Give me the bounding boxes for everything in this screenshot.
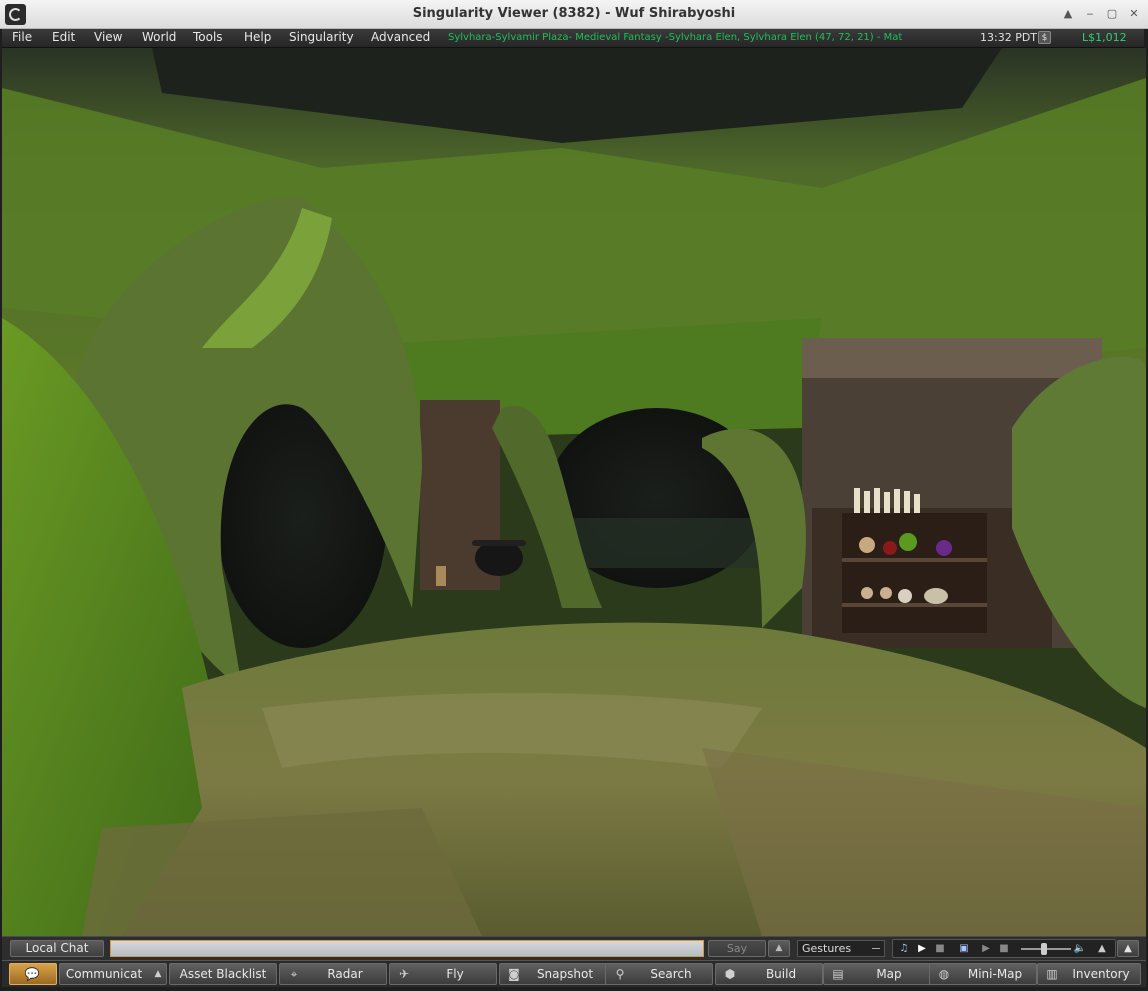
map-button[interactable]: ▤ Map bbox=[823, 963, 931, 985]
media-stop-icon[interactable]: ■ bbox=[997, 942, 1011, 955]
radar-icon: ⌖ bbox=[290, 967, 298, 981]
chat-bubble-icon: 💬 bbox=[24, 967, 40, 981]
map-label: Map bbox=[876, 967, 902, 981]
window-shade-button[interactable]: ▲ bbox=[1060, 6, 1076, 22]
gestures-dropdown[interactable]: Gestures bbox=[797, 940, 885, 957]
build-label: Build bbox=[765, 967, 797, 981]
fly-label: Fly bbox=[446, 967, 464, 981]
linden-balance[interactable]: L$1,012 bbox=[1082, 31, 1127, 44]
asset-blacklist-label: Asset Blacklist bbox=[179, 967, 267, 981]
snapshot-button[interactable]: ◙ Snapshot bbox=[499, 963, 607, 985]
scene-render bbox=[2, 48, 1146, 936]
inventory-label: Inventory bbox=[1072, 967, 1130, 981]
menu-bar: File Edit View World Tools Help Singular… bbox=[2, 29, 1144, 48]
buy-currency-icon[interactable]: $ bbox=[1038, 31, 1051, 44]
chatbar-collapse-button[interactable]: ▲ bbox=[1117, 940, 1139, 957]
minimap-label: Mini-Map bbox=[967, 967, 1023, 981]
menu-world[interactable]: World bbox=[142, 30, 176, 44]
globe-icon: ◍ bbox=[938, 967, 950, 981]
fly-icon: ✈ bbox=[398, 967, 410, 981]
music-icon[interactable]: ♫ bbox=[897, 942, 911, 955]
menu-view[interactable]: View bbox=[94, 30, 122, 44]
chat-input[interactable] bbox=[110, 940, 704, 957]
chat-bar: Local Chat Say ▲ Gestures ♫ ▶ ■ ▣ ▶ ■ 🔈 … bbox=[2, 936, 1146, 960]
menu-advanced[interactable]: Advanced bbox=[371, 30, 430, 44]
fly-button[interactable]: ✈ Fly bbox=[389, 963, 497, 985]
local-chat-button[interactable]: Local Chat bbox=[10, 940, 104, 957]
volume-slider-handle[interactable] bbox=[1040, 943, 1047, 955]
volume-icon[interactable]: 🔈 bbox=[1073, 942, 1087, 955]
clock: 13:32 PDT bbox=[980, 31, 1038, 44]
search-button[interactable]: ⚲ Search bbox=[605, 963, 713, 985]
bottom-toolbar: 💬 Communicat ▲ Asset Blacklist ⌖ Radar ✈… bbox=[2, 960, 1146, 987]
window-controls: ▲ ‒ ▢ ✕ bbox=[1060, 6, 1142, 22]
communicate-label: Communicat bbox=[65, 967, 143, 981]
map-icon: ▤ bbox=[832, 967, 844, 981]
camera-icon: ◙ bbox=[508, 967, 520, 981]
search-icon: ⚲ bbox=[615, 967, 625, 981]
media-play-icon[interactable]: ▶ bbox=[979, 942, 993, 955]
build-cube-icon: ⬢ bbox=[724, 967, 736, 981]
menu-tools[interactable]: Tools bbox=[193, 30, 223, 44]
chat-toggle-button[interactable]: 💬 bbox=[9, 963, 57, 985]
build-button[interactable]: ⬢ Build bbox=[715, 963, 823, 985]
radar-label: Radar bbox=[327, 967, 363, 981]
window-close-button[interactable]: ✕ bbox=[1126, 6, 1142, 22]
window-titlebar: Singularity Viewer (8382) - Wuf Shirabyo… bbox=[0, 0, 1148, 29]
communicate-arrow-icon[interactable]: ▲ bbox=[150, 967, 166, 981]
music-stop-icon[interactable]: ■ bbox=[933, 942, 947, 955]
snapshot-label: Snapshot bbox=[536, 967, 594, 981]
communicate-button[interactable]: Communicat ▲ bbox=[59, 963, 167, 985]
music-play-icon[interactable]: ▶ bbox=[915, 942, 929, 955]
window-title: Singularity Viewer (8382) - Wuf Shirabyo… bbox=[412, 6, 736, 21]
say-options-arrow[interactable]: ▲ bbox=[768, 940, 790, 957]
media-expand-icon[interactable]: ▲ bbox=[1095, 942, 1109, 955]
inventory-icon: ▥ bbox=[1046, 967, 1058, 981]
window-minimize-button[interactable]: ‒ bbox=[1082, 6, 1098, 22]
media-icon[interactable]: ▣ bbox=[957, 942, 971, 955]
menu-file[interactable]: File bbox=[12, 30, 32, 44]
minimap-button[interactable]: ◍ Mini-Map bbox=[929, 963, 1037, 985]
say-button[interactable]: Say bbox=[708, 940, 766, 957]
window-maximize-button[interactable]: ▢ bbox=[1104, 6, 1120, 22]
media-controls: ♫ ▶ ■ ▣ ▶ ■ 🔈 ▲ bbox=[892, 939, 1116, 958]
search-label: Search bbox=[650, 967, 692, 981]
asset-blacklist-button[interactable]: Asset Blacklist bbox=[169, 963, 277, 985]
radar-button[interactable]: ⌖ Radar bbox=[279, 963, 387, 985]
world-viewport[interactable] bbox=[2, 48, 1146, 936]
inventory-button[interactable]: ▥ Inventory bbox=[1037, 963, 1141, 985]
menu-edit[interactable]: Edit bbox=[52, 30, 75, 44]
location-readout[interactable]: Sylvhara-Sylvamir Plaza- Medieval Fantas… bbox=[448, 32, 918, 43]
menu-help[interactable]: Help bbox=[244, 30, 271, 44]
menu-singularity[interactable]: Singularity bbox=[289, 30, 354, 44]
